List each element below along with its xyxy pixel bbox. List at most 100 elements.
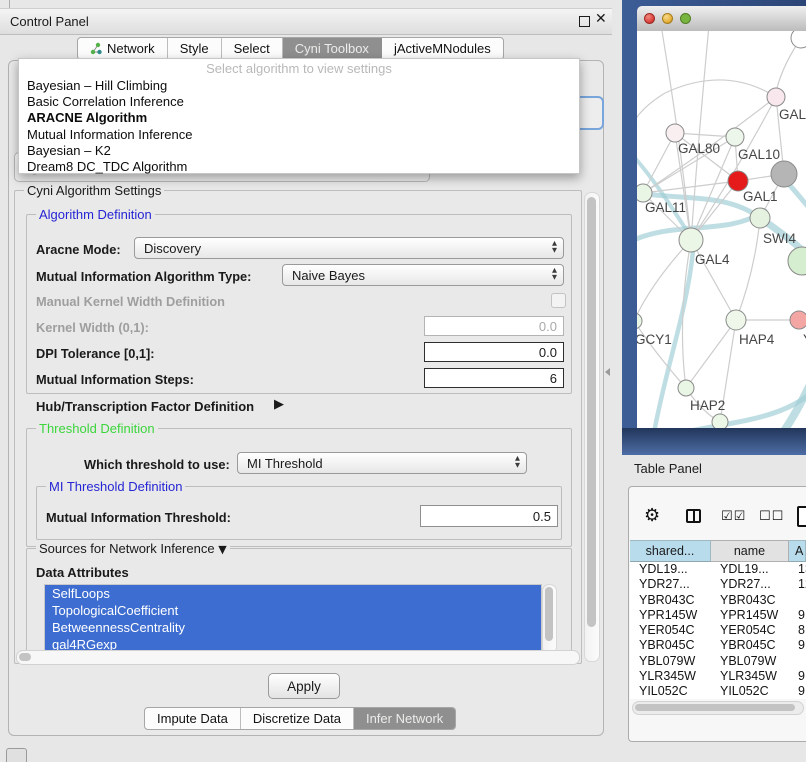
- network-node[interactable]: [637, 313, 642, 329]
- data-attribute-item[interactable]: BetweennessCentrality: [45, 619, 541, 636]
- network-node-label: GAL10: [738, 147, 780, 162]
- tab-network[interactable]: Network: [78, 38, 168, 59]
- network-node[interactable]: [666, 124, 684, 142]
- tab-label: Impute Data: [157, 711, 228, 726]
- network-node-label: HAP2: [690, 398, 725, 413]
- table-cell: YER054C: [630, 623, 711, 638]
- data-attribute-item[interactable]: SelfLoops: [45, 585, 541, 602]
- table-row[interactable]: YLR345WYLR345W9.: [630, 669, 806, 684]
- table-row[interactable]: YBR045CYBR045C9.: [630, 638, 806, 653]
- edge: [637, 93, 665, 127]
- export-table-icon[interactable]: [797, 506, 806, 527]
- data-attributes-list[interactable]: SelfLoopsTopologicalCoefficientBetweenne…: [44, 584, 542, 654]
- network-canvas[interactable]: GALGAL80GAL10GAL1GAL11SWI4GAL4GCY1HAP4YH…: [637, 31, 806, 428]
- network-node[interactable]: [712, 414, 728, 428]
- window-edge-tick: [9, 0, 10, 8]
- collapse-right-icon[interactable]: ▶: [274, 397, 284, 412]
- network-window-titlebar[interactable]: [637, 6, 806, 32]
- control-panel-titlebar: Control Panel ✕: [0, 8, 612, 35]
- app-root: Control Panel ✕ Network Style Select Cyn…: [0, 0, 806, 762]
- attributes-scrollbar[interactable]: [542, 584, 557, 654]
- control-panel-tabs: Network Style Select Cyni Toolbox jActiv…: [77, 37, 504, 60]
- kernel-width-field[interactable]: 0.0: [424, 316, 564, 336]
- tab-label: Style: [180, 41, 209, 56]
- table-row[interactable]: YDL19...YDL19...13: [630, 562, 806, 577]
- table-row[interactable]: YER054CYER054C8.: [630, 623, 806, 638]
- column-browser-icon[interactable]: [686, 509, 701, 523]
- network-node[interactable]: [791, 31, 806, 48]
- settings-horizontal-scrollbar[interactable]: [16, 650, 580, 665]
- tab-select[interactable]: Select: [222, 38, 283, 59]
- zoom-window-icon[interactable]: [680, 13, 691, 24]
- network-node[interactable]: [771, 161, 797, 187]
- network-node[interactable]: [728, 171, 748, 191]
- kernel-width-value: 0.0: [539, 319, 557, 334]
- algorithm-option[interactable]: Bayesian – Hill Climbing: [19, 78, 579, 94]
- tab-label: Infer Network: [366, 711, 443, 726]
- which-threshold-label: Which threshold to use:: [84, 457, 230, 472]
- network-node[interactable]: [767, 88, 785, 106]
- table-panel-title: Table Panel: [634, 461, 702, 476]
- table-cell: YBR045C: [630, 638, 711, 653]
- edge: [667, 371, 806, 428]
- table-row[interactable]: YDR27...YDR27...12: [630, 577, 806, 592]
- close-window-icon[interactable]: [644, 13, 655, 24]
- mi-type-combo[interactable]: Naive Bayes ▲▼: [282, 264, 564, 286]
- close-panel-icon[interactable]: ✕: [595, 11, 607, 27]
- edge: [686, 320, 736, 388]
- column-header-shared-name[interactable]: shared...: [630, 540, 711, 562]
- network-node[interactable]: [678, 380, 694, 396]
- table-row[interactable]: YIL052CYIL052C9: [630, 684, 806, 699]
- table-row[interactable]: YBL079WYBL079W: [630, 654, 806, 669]
- algorithm-option[interactable]: Basic Correlation Inference: [19, 94, 579, 110]
- network-node[interactable]: [790, 311, 806, 329]
- aracne-mode-value: Discovery: [144, 241, 201, 256]
- apply-button[interactable]: Apply: [268, 673, 340, 699]
- table-cell: YBR043C: [630, 593, 711, 608]
- tab-discretize-data[interactable]: Discretize Data: [241, 708, 354, 729]
- tab-jactivemnodules[interactable]: jActiveMNodules: [382, 38, 503, 59]
- column-header-name[interactable]: name: [711, 540, 789, 562]
- which-threshold-combo[interactable]: MI Threshold ▲▼: [237, 452, 527, 474]
- table-body[interactable]: YDL19...YDL19...13YDR27...YDR27...12YBR0…: [630, 562, 806, 699]
- algorithm-option[interactable]: ARACNE Algorithm: [19, 110, 579, 126]
- dpi-tolerance-field[interactable]: 0.0: [424, 342, 564, 362]
- network-node[interactable]: [726, 128, 744, 146]
- tab-cyni-toolbox[interactable]: Cyni Toolbox: [283, 38, 382, 59]
- manual-kernel-checkbox[interactable]: [551, 293, 566, 308]
- network-node[interactable]: [679, 228, 703, 252]
- table-cell: 9.: [789, 638, 806, 653]
- tab-label: Network: [107, 41, 155, 56]
- tab-infer-network[interactable]: Infer Network: [354, 708, 455, 729]
- splitter-collapse-arrow[interactable]: [605, 368, 610, 376]
- hide-columns-icon[interactable]: ☐☐: [759, 509, 784, 524]
- hub-section-label: Hub/Transcription Factor Definition: [36, 399, 254, 414]
- minimize-window-icon[interactable]: [662, 13, 673, 24]
- data-attribute-item[interactable]: TopologicalCoefficient: [45, 602, 541, 619]
- table-row[interactable]: YPR145WYPR145W9.: [630, 608, 806, 623]
- settings-vertical-scrollbar[interactable]: [584, 192, 600, 662]
- aracne-mode-combo[interactable]: Discovery ▲▼: [134, 237, 564, 259]
- grid-mode-icon[interactable]: [6, 748, 27, 762]
- tab-impute-data[interactable]: Impute Data: [145, 708, 241, 729]
- table-horizontal-scrollbar[interactable]: [632, 701, 804, 715]
- expand-down-icon[interactable]: ▼: [218, 543, 226, 556]
- column-header-partial[interactable]: A: [789, 540, 806, 562]
- algorithm-option[interactable]: Bayesian – K2: [19, 143, 579, 159]
- gear-icon[interactable]: ⚙: [644, 505, 660, 526]
- sources-title: Sources for Network Inference ▼: [36, 541, 230, 556]
- float-panel-icon[interactable]: [579, 16, 590, 27]
- table-row[interactable]: YBR043CYBR043C: [630, 593, 806, 608]
- table-cell: [789, 654, 806, 669]
- network-node[interactable]: [726, 310, 746, 330]
- network-node[interactable]: [788, 247, 806, 275]
- algorithm-option[interactable]: Dream8 DC_TDC Algorithm: [19, 159, 579, 175]
- algorithm-option[interactable]: Mutual Information Inference: [19, 127, 579, 143]
- show-columns-icon[interactable]: ☑☑: [721, 509, 746, 524]
- network-node-label: GCY1: [637, 332, 672, 347]
- tab-style[interactable]: Style: [168, 38, 222, 59]
- table-cell: YPR145W: [630, 608, 711, 623]
- network-node[interactable]: [750, 208, 770, 228]
- mi-steps-field[interactable]: 6: [424, 368, 564, 388]
- mi-threshold-field[interactable]: 0.5: [420, 505, 558, 527]
